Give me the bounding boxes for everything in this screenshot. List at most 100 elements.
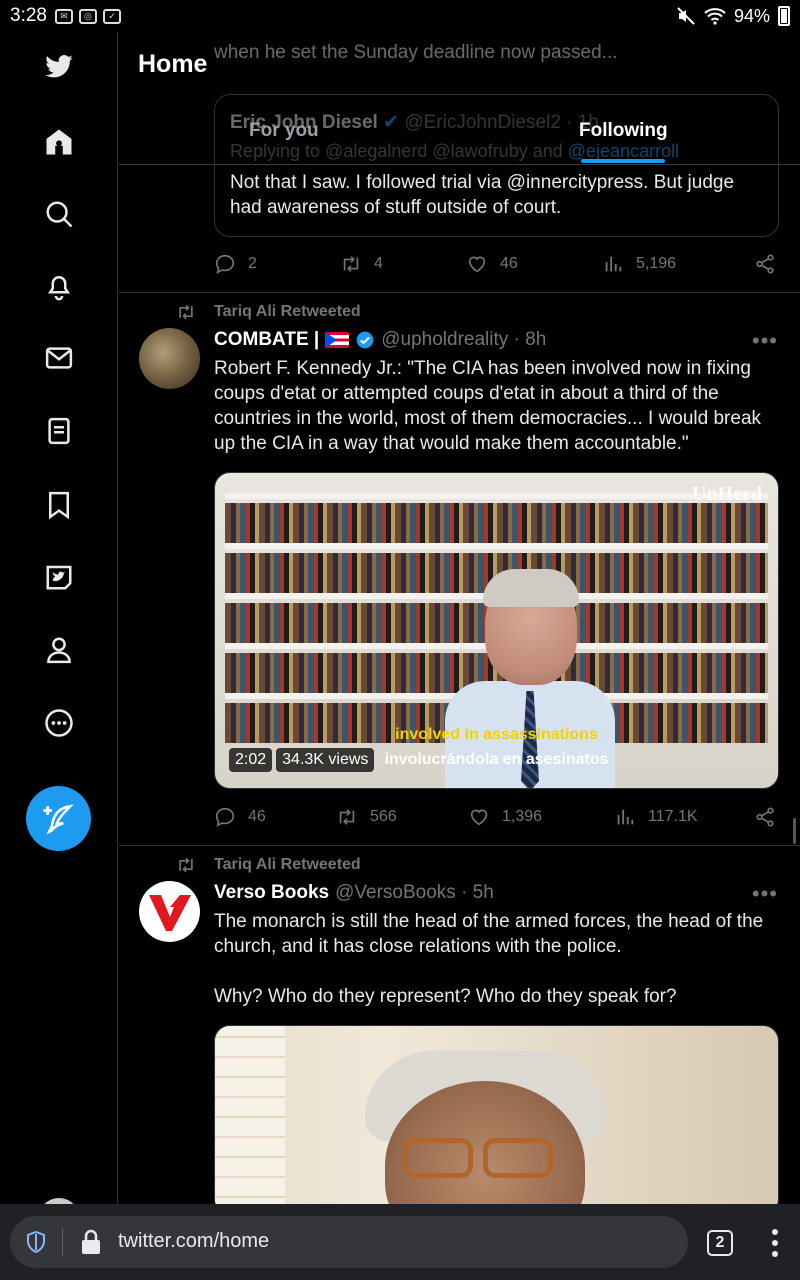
battery-icon	[778, 6, 790, 26]
sidebar-item-lists[interactable]	[38, 410, 80, 452]
quote-text: Not that I saw. I followed trial via @in…	[230, 172, 735, 218]
tweet-divider	[119, 845, 800, 846]
tab-following[interactable]: Following	[579, 120, 668, 142]
video-views: 34.3K views	[276, 748, 375, 772]
author-handle[interactable]: @upholdreality · 8h	[381, 329, 546, 351]
views-icon	[605, 256, 622, 272]
views-button[interactable]: 117.1K	[614, 806, 698, 828]
author-handle[interactable]: @VersoBooks · 5h	[335, 882, 494, 904]
retweet-count: 4	[374, 255, 383, 272]
video-watermark: UnHerd	[692, 483, 762, 505]
retweeted-by: Tariq Ali Retweeted	[214, 856, 361, 873]
view-count: 5,196	[636, 255, 677, 272]
retweeted-by: Tariq Ali Retweeted	[214, 303, 361, 320]
reply-button[interactable]: 46	[214, 806, 266, 828]
reply-button[interactable]: 2	[214, 253, 257, 275]
like-count: 46	[500, 255, 518, 272]
lock-icon[interactable]	[80, 1228, 102, 1256]
active-tab-indicator	[581, 159, 665, 163]
menu-kebab-icon[interactable]	[770, 1228, 780, 1258]
compose-tweet-button[interactable]	[26, 786, 91, 851]
scrollbar[interactable]	[793, 818, 796, 844]
status-time: 3:28	[10, 5, 47, 26]
retweet-button[interactable]: 4	[340, 253, 383, 275]
compose-icon	[42, 804, 74, 835]
more-icon	[45, 709, 73, 737]
view-count: 117.1K	[648, 808, 698, 825]
tweet-text: Robert F. Kennedy Jr.: "The CIA has been…	[214, 358, 762, 454]
bell-icon	[47, 276, 71, 301]
shield-icon[interactable]	[24, 1230, 48, 1254]
retweet-button[interactable]: 566	[336, 806, 397, 828]
author-name[interactable]: Verso Books	[214, 882, 329, 904]
sidebar-item-notifications[interactable]	[38, 265, 80, 307]
retweet-icon	[179, 857, 193, 873]
tweet-text: The monarch is still the head of the arm…	[214, 911, 764, 1007]
timeline-header: Home For you Following	[119, 32, 800, 165]
like-count: 1,396	[502, 808, 543, 825]
sidebar-item-bookmarks[interactable]	[38, 484, 80, 526]
sidebar-item-messages[interactable]	[38, 337, 80, 379]
more-options-icon[interactable]: •••	[752, 881, 778, 907]
retweet-count: 566	[370, 808, 397, 825]
mute-icon	[677, 7, 695, 25]
sidebar-item-explore[interactable]	[38, 193, 80, 235]
sidebar-item-twitter-blue[interactable]	[38, 556, 80, 598]
views-icon	[617, 809, 634, 825]
profile-icon	[47, 637, 71, 664]
reply-count: 46	[248, 808, 266, 825]
like-button[interactable]: 1,396	[468, 806, 542, 828]
twitter-logo-icon[interactable]	[38, 46, 80, 88]
share-icon	[756, 807, 774, 827]
tweet-video[interactable]: UnHerd involved in assassinations involu…	[214, 472, 779, 789]
author-name[interactable]: COMBATE |	[214, 329, 319, 351]
bookmark-icon	[49, 491, 69, 520]
share-button[interactable]	[754, 806, 776, 828]
tab-switcher-button[interactable]: 2	[707, 1230, 733, 1256]
heart-icon	[468, 256, 486, 273]
sidebar-item-profile[interactable]	[38, 629, 80, 671]
video-info: 2:02 34.3K views	[229, 748, 375, 772]
notification-mail-icon: ✉	[54, 8, 73, 24]
main-timeline: when he set the Sunday deadline now pass…	[119, 32, 800, 1204]
address-separator	[62, 1228, 63, 1256]
retweet-icon	[343, 256, 359, 272]
avatar[interactable]	[139, 328, 200, 389]
page-title: Home	[138, 50, 208, 78]
tweet-video[interactable]	[214, 1025, 779, 1204]
tweet-actions: 46 566 1,396 117.1K	[214, 802, 784, 832]
search-icon	[46, 201, 73, 228]
avatar[interactable]	[139, 881, 200, 942]
more-options-icon[interactable]: •••	[752, 328, 778, 354]
home-icon	[46, 129, 72, 155]
tweet-actions: 2 4 46 5,196	[214, 249, 784, 279]
tab-for-you[interactable]: For you	[249, 120, 319, 142]
sidebar-item-home[interactable]	[38, 121, 80, 163]
photo-glasses	[483, 1138, 553, 1178]
video-caption-en: involved in assassinations	[395, 726, 598, 743]
retweet-icon	[339, 809, 355, 825]
photo-glasses	[403, 1138, 473, 1178]
mail-icon	[45, 347, 73, 369]
puerto-rico-flag-icon	[325, 332, 350, 348]
retweet-context[interactable]: Tariq Ali Retweeted	[179, 856, 361, 874]
url-text[interactable]: twitter.com/home	[118, 1230, 269, 1253]
wifi-icon	[704, 8, 726, 25]
heart-icon	[470, 809, 488, 826]
sidebar-item-more[interactable]	[38, 702, 80, 744]
like-button[interactable]: 46	[466, 253, 518, 275]
share-icon	[756, 254, 774, 274]
retweet-icon	[179, 304, 193, 320]
address-bar[interactable]: twitter.com/home	[10, 1216, 688, 1268]
tweet-header: Verso Books @VersoBooks · 5h	[214, 882, 494, 904]
views-button[interactable]: 5,196	[602, 253, 676, 275]
reply-count: 2	[248, 255, 257, 272]
share-button[interactable]	[754, 253, 776, 275]
verified-icon	[356, 331, 374, 349]
notification-camera-icon: ◎	[78, 8, 97, 24]
retweet-context[interactable]: Tariq Ali Retweeted	[179, 303, 361, 321]
notification-check-icon: ✓	[102, 8, 121, 24]
books	[225, 503, 768, 543]
photo-window	[215, 1026, 285, 1204]
status-bar: 3:28 ✉ ◎ ✓ 94%	[0, 0, 800, 32]
